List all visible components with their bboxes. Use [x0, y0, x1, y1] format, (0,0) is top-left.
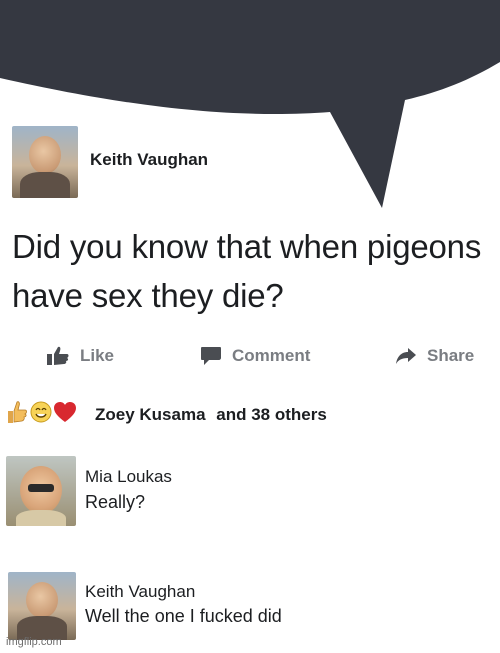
heart-icon	[53, 400, 77, 424]
comment-author[interactable]: Mia Loukas	[85, 467, 172, 487]
reactions-bar[interactable]	[5, 400, 77, 424]
comment-text: Really?	[85, 492, 146, 512]
share-button[interactable]: Share	[395, 346, 474, 366]
smiley-face-icon	[29, 400, 53, 424]
reaction-first-name[interactable]: Zoey Kusama	[95, 405, 206, 424]
avatar[interactable]	[12, 126, 78, 198]
post-text: Did you know that when pigeons have sex …	[12, 228, 482, 314]
comment-button[interactable]: Comment	[200, 346, 310, 366]
sunglasses-icon	[28, 484, 54, 492]
post-author-name[interactable]: Keith Vaughan	[90, 150, 208, 170]
thumbs-up-icon	[47, 346, 69, 365]
comment-avatar[interactable]	[8, 572, 76, 640]
share-label: Share	[427, 346, 475, 365]
comment-text: Well the one I fucked did	[85, 606, 282, 626]
thumbs-up-icon	[5, 400, 29, 424]
comment-avatar[interactable]	[6, 456, 76, 526]
share-arrow-icon	[396, 348, 416, 364]
reaction-names[interactable]: Zoey Kusama and 38 others	[95, 405, 327, 425]
like-button[interactable]: Like	[46, 346, 114, 366]
comment-label: Comment	[232, 346, 311, 365]
comment-icon	[201, 347, 221, 365]
watermark: imgflip.com	[6, 636, 62, 648]
comment-author[interactable]: Keith Vaughan	[85, 582, 195, 602]
facebook-post: Keith Vaughan Did you know that when pig…	[0, 0, 500, 653]
reaction-others[interactable]: and 38 others	[216, 405, 327, 424]
like-label: Like	[80, 346, 115, 365]
